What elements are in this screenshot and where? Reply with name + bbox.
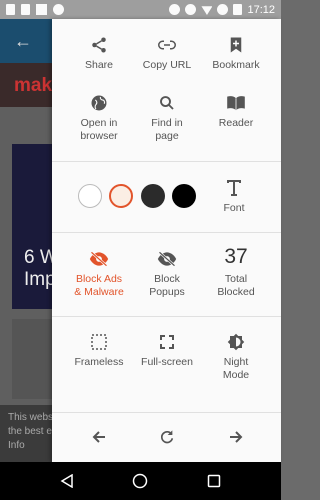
record-icon (53, 4, 64, 15)
wifi-icon (201, 6, 213, 15)
eye-off-icon (68, 249, 130, 269)
reader-label: Reader (218, 117, 254, 129)
fullscreen-label: Full-screen (141, 356, 193, 368)
font-icon (203, 178, 265, 198)
font-button[interactable]: Font (203, 178, 265, 215)
find-in-page-label: Find in page (151, 117, 183, 142)
back-arrow-icon[interactable]: ← (14, 31, 32, 52)
nav-back-button[interactable] (50, 464, 84, 498)
square-recents-icon (207, 474, 221, 488)
theme-dark-gray-swatch[interactable] (141, 184, 165, 208)
nav-home-button[interactable] (123, 464, 157, 498)
globe-icon (68, 93, 130, 113)
share-button[interactable]: Share (68, 35, 130, 72)
site-logo: mak (14, 75, 52, 96)
triangle-back-icon (60, 474, 73, 488)
menu-back-button[interactable] (68, 427, 130, 447)
cookie-notice: This webs the best e Info (0, 405, 52, 462)
share-label: Share (84, 59, 114, 71)
night-mode-icon (205, 332, 267, 352)
bookmark-icon (205, 35, 267, 55)
eye-off-icon (136, 249, 198, 269)
share-icon (68, 35, 130, 55)
link-icon (136, 35, 198, 55)
search-icon (136, 93, 198, 113)
font-label: Font (223, 202, 245, 214)
open-in-browser-button[interactable]: Open in browser (68, 93, 130, 143)
data-saver-icon (217, 4, 229, 15)
status-bar: 17:12 (0, 0, 281, 19)
copy-url-button[interactable]: Copy URL (136, 35, 198, 72)
image-icon (36, 4, 47, 15)
status-time: 17:12 (247, 3, 275, 16)
nav-recents-button[interactable] (197, 464, 231, 498)
menu-forward-button[interactable] (205, 427, 267, 447)
find-in-page-button[interactable]: Find in page (136, 93, 198, 143)
menu-divider (52, 232, 281, 233)
menu-divider (52, 161, 281, 162)
fullscreen-icon (136, 332, 198, 352)
system-nav-bar (0, 462, 281, 500)
bookmark-label: Bookmark (212, 59, 260, 71)
block-ads-malware-toggle[interactable]: Block Ads & Malware (68, 249, 130, 299)
total-blocked-label: Total Blocked (217, 273, 255, 298)
theme-black-swatch[interactable] (172, 184, 196, 208)
frameless-button[interactable]: Frameless (68, 332, 130, 369)
block-popups-label: Block Popups (149, 273, 185, 298)
sim-icon (21, 4, 30, 15)
menu-divider (52, 316, 281, 317)
refresh-icon (136, 427, 198, 447)
battery-icon (233, 4, 243, 15)
background-page: ← mak 6 W Imp This webs the best e Info (0, 19, 52, 462)
fullscreen-button[interactable]: Full-screen (136, 332, 198, 369)
total-blocked-count: 37 (224, 245, 248, 268)
frameless-label: Frameless (74, 356, 124, 368)
clock-icon (185, 4, 197, 15)
article-image-2 (12, 319, 52, 399)
reader-button[interactable]: Reader (205, 93, 267, 130)
menu-refresh-button[interactable] (136, 427, 198, 447)
notification-icon (6, 4, 15, 15)
menu-divider (52, 412, 281, 413)
total-blocked: 37 Total Blocked (205, 245, 267, 299)
open-in-browser-label: Open in browser (80, 117, 118, 142)
arrow-forward-icon (205, 427, 267, 447)
block-ads-label: Block Ads & Malware (74, 273, 124, 298)
alarm-icon (169, 4, 181, 15)
article-headline: 6 W Imp (24, 247, 52, 290)
theme-sepia-swatch[interactable] (109, 184, 133, 208)
theme-white-swatch[interactable] (78, 184, 102, 208)
bookmark-button[interactable]: Bookmark (205, 35, 267, 72)
browser-menu: Share Copy URL Bookmark Open in browser … (52, 19, 281, 462)
frameless-icon (68, 332, 130, 352)
circle-home-icon (133, 473, 148, 489)
copy-url-label: Copy URL (142, 59, 192, 71)
arrow-back-icon (68, 427, 130, 447)
night-mode-button[interactable]: Night Mode (205, 332, 267, 382)
block-popups-toggle[interactable]: Block Popups (136, 249, 198, 299)
night-mode-label: Night Mode (222, 356, 250, 381)
book-icon (205, 93, 267, 113)
